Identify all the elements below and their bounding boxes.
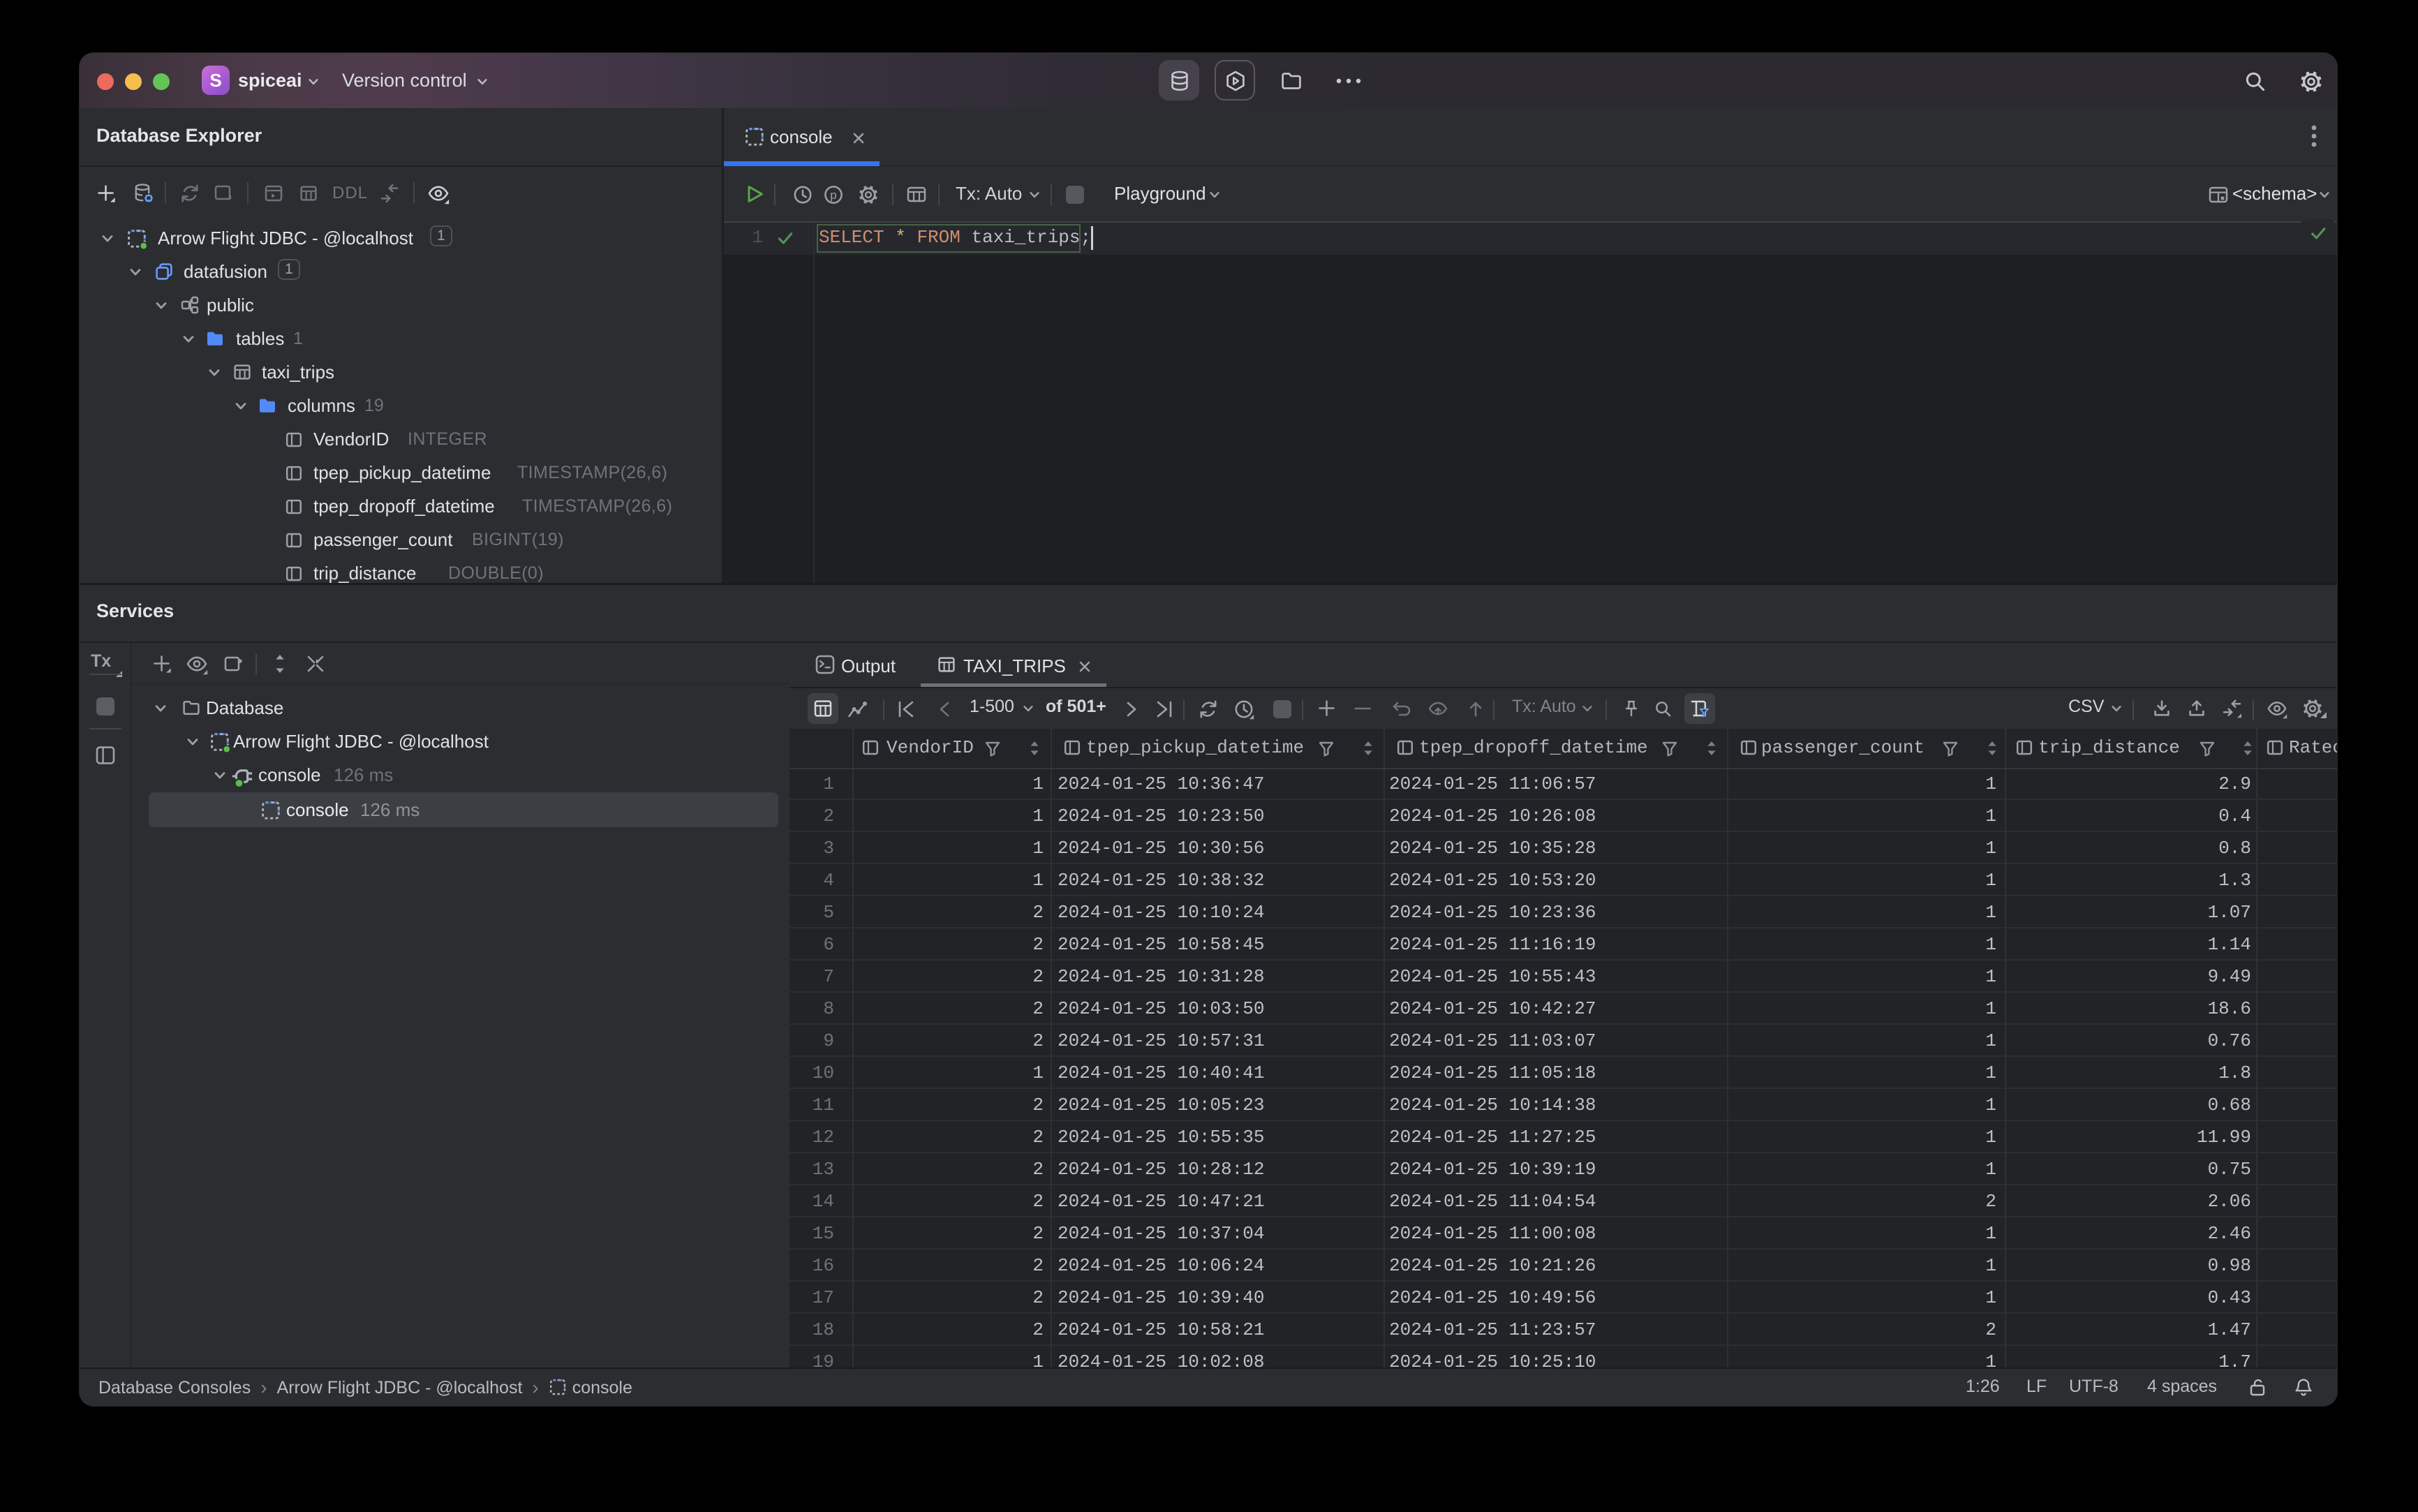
svg-text:p: p [830,188,836,202]
